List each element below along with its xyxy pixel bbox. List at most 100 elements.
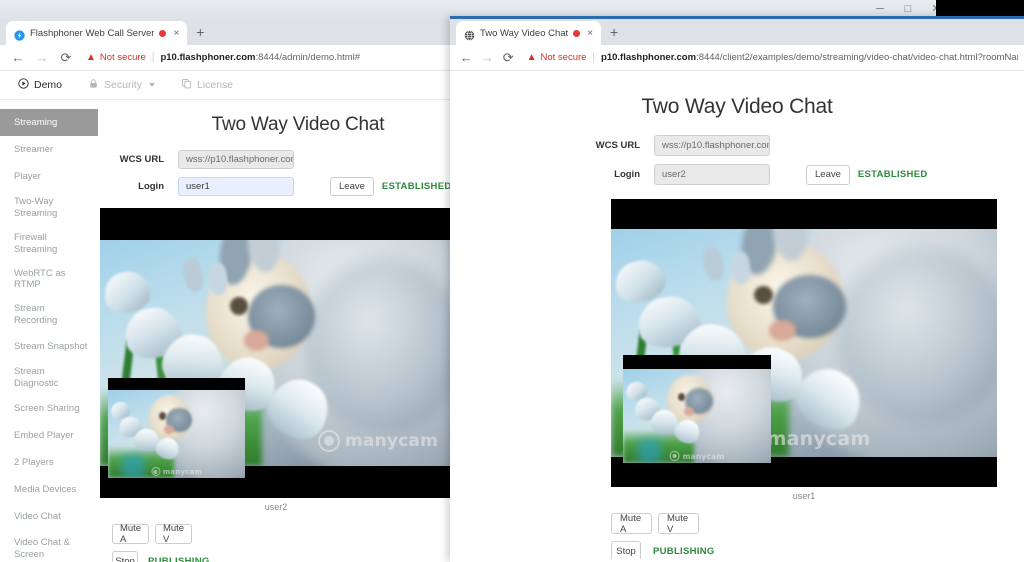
mute-controls-row: Mute A Mute V (611, 513, 1024, 535)
sidebar-item-label: Stream Snapshot (14, 340, 88, 352)
url-host: p10.flashphoner.com (601, 52, 697, 63)
new-tab-button[interactable]: + (187, 24, 213, 40)
address-bar[interactable]: ▲ Not secure | p10.flashphoner.com:8444/… (519, 47, 1018, 69)
stop-button[interactable]: Stop (611, 541, 641, 559)
mute-video-button[interactable]: Mute V (155, 523, 192, 545)
url-path: :8444/client2/examples/demo/streaming/vi… (696, 52, 1018, 63)
pip-video-scene (108, 390, 245, 478)
sidebar-item-player[interactable]: Player (0, 163, 98, 190)
lock-icon (88, 78, 99, 92)
reload-icon[interactable]: ⟳ (54, 47, 78, 69)
topnav-item-license[interactable]: License (181, 78, 233, 92)
pip-video-frame: manycam (108, 390, 245, 478)
local-video-preview-back[interactable]: manycam (108, 378, 245, 490)
recording-indicator-icon (159, 30, 167, 37)
url-path: :8444/admin/demo.html# (255, 52, 361, 63)
login-label: Login (614, 169, 640, 180)
login-input[interactable]: user1 (178, 177, 294, 196)
tab-video-chat[interactable]: Two Way Video Chat × (456, 21, 602, 46)
publish-controls-row: Stop PUBLISHING (611, 541, 1024, 559)
sidebar-item-stream-recording[interactable]: Stream Recording (0, 297, 98, 333)
recording-indicator-icon (573, 30, 581, 37)
wcs-url-input[interactable]: wss://p10.flashphoner.com: (178, 150, 294, 169)
sidebar-item-stream-diagnostic[interactable]: Stream Diagnostic (0, 360, 98, 396)
remote-video-front[interactable]: manycam manycam (611, 199, 997, 487)
back-navigation-icon[interactable]: ← (6, 47, 30, 69)
wcs-url-row: WCS URL wss://p10.flashphoner.com: (450, 135, 1024, 156)
login-row: Login user2 Leave ESTABLISHED (450, 164, 1024, 185)
tab-close-icon[interactable]: × (585, 28, 595, 39)
back-navigation-icon[interactable]: ← (456, 47, 477, 69)
remote-video-caption: user1 (792, 491, 816, 501)
sidebar-item-embed-player[interactable]: Embed Player (0, 423, 98, 450)
sidebar-item-label: Player (14, 170, 41, 182)
pip-video-scene (623, 369, 771, 463)
topnav-label: Security (104, 79, 142, 91)
forward-navigation-icon[interactable]: → (477, 47, 498, 69)
sidebar-item-video-chat-screen[interactable]: Video Chat & Screen (0, 531, 98, 562)
wcs-url-label: WCS URL (119, 154, 164, 165)
desktop-screenshot: ─ □ ✕ Flashphoner Web Call Server × (0, 0, 1024, 562)
sidebar-item-media-devices[interactable]: Media Devices (0, 477, 98, 504)
local-video-preview-front[interactable]: manycam (623, 355, 771, 475)
browser-window-video-chat[interactable]: Two Way Video Chat × + ← → ⟳ ▲ Not secur… (450, 16, 1024, 562)
publish-status-badge: PUBLISHING (148, 555, 210, 562)
connection-status-badge: ESTABLISHED (857, 169, 928, 180)
sidebar-item-label: Firewall Streaming (14, 231, 58, 255)
not-secure-label: Not secure (540, 52, 587, 63)
topnav-label: Demo (34, 79, 63, 91)
sidebar-item-label: Stream Recording (14, 303, 58, 327)
url-text: p10.flashphoner.com:8444/admin/demo.html… (160, 52, 360, 63)
sidebar-item-label: Media Devices (14, 484, 77, 496)
tab-close-icon[interactable]: × (171, 28, 181, 39)
leave-button[interactable]: Leave (806, 164, 850, 185)
front-tabstrip[interactable]: Two Way Video Chat × + (450, 19, 1024, 46)
tab-flashphoner-admin[interactable]: Flashphoner Web Call Server × (6, 21, 188, 46)
mute-audio-button[interactable]: Mute A (611, 513, 652, 535)
flashphoner-favicon (14, 28, 25, 41)
copy-icon (181, 78, 192, 92)
topnav-item-security[interactable]: Security (88, 78, 155, 92)
not-secure-warning-icon: ▲ (526, 51, 537, 63)
pip-video-frame: manycam (623, 369, 771, 463)
login-label: Login (138, 181, 164, 192)
sidebar-item-streaming[interactable]: Streaming (0, 109, 98, 136)
topnav-item-demo[interactable]: Demo (18, 78, 62, 92)
front-toolbar[interactable]: ← → ⟳ ▲ Not secure | p10.flashphoner.com… (450, 45, 1024, 71)
forward-navigation-icon[interactable]: → (30, 47, 54, 69)
connection-status-badge: ESTABLISHED (381, 181, 452, 192)
sidebar-item-label: Streaming (14, 116, 58, 128)
sidebar-item-two-way-streaming[interactable]: Two-Way Streaming (0, 190, 98, 226)
stop-button[interactable]: Stop (112, 551, 138, 562)
reload-icon[interactable]: ⟳ (498, 47, 519, 69)
globe-favicon-icon (464, 28, 475, 41)
sidebar-item-streamer[interactable]: Streamer (0, 136, 98, 163)
sidebar-item-label: Screen Sharing (14, 403, 80, 415)
mute-video-button[interactable]: Mute V (658, 513, 699, 535)
login-input[interactable]: user2 (654, 164, 770, 185)
sidebar-item-label: Streamer (14, 143, 54, 155)
wcs-url-input[interactable]: wss://p10.flashphoner.com: (654, 135, 770, 156)
sidebar-item-stream-snapshot[interactable]: Stream Snapshot (0, 333, 98, 360)
leave-button[interactable]: Leave (330, 177, 374, 196)
sidebar-item-label: Stream Diagnostic (14, 366, 59, 389)
sidebar-item-2-players[interactable]: 2 Players (0, 450, 98, 477)
sidebar-item-screen-sharing[interactable]: Screen Sharing (0, 396, 98, 423)
page-title: Two Way Video Chat (641, 95, 833, 118)
sidebar-item-webrtc-as-rtmp[interactable]: WebRTC as RTMP (0, 262, 98, 298)
sidebar-item-video-chat[interactable]: Video Chat (0, 504, 98, 531)
sidebar-item-label: WebRTC as RTMP (14, 267, 66, 291)
remote-video-caption: user2 (264, 502, 288, 512)
remote-video-back[interactable]: manycam manycam (100, 208, 452, 498)
tab-title: Two Way Video Chat (480, 28, 569, 39)
demo-sidebar[interactable]: Streaming Streamer Player Two-Way Stream… (0, 100, 98, 562)
sidebar-item-label: 2 Players (14, 457, 54, 469)
sidebar-item-label: Embed Player (14, 430, 74, 442)
new-tab-button[interactable]: + (601, 24, 627, 40)
mute-audio-button[interactable]: Mute A (112, 523, 149, 545)
topnav-label: License (196, 79, 234, 91)
sidebar-item-firewall-streaming[interactable]: Firewall Streaming (0, 226, 98, 262)
url-text: p10.flashphoner.com:8444/client2/example… (601, 52, 1018, 63)
omnibox-divider: | (151, 52, 155, 63)
sidebar-item-label: Two-Way Streaming (14, 196, 58, 219)
